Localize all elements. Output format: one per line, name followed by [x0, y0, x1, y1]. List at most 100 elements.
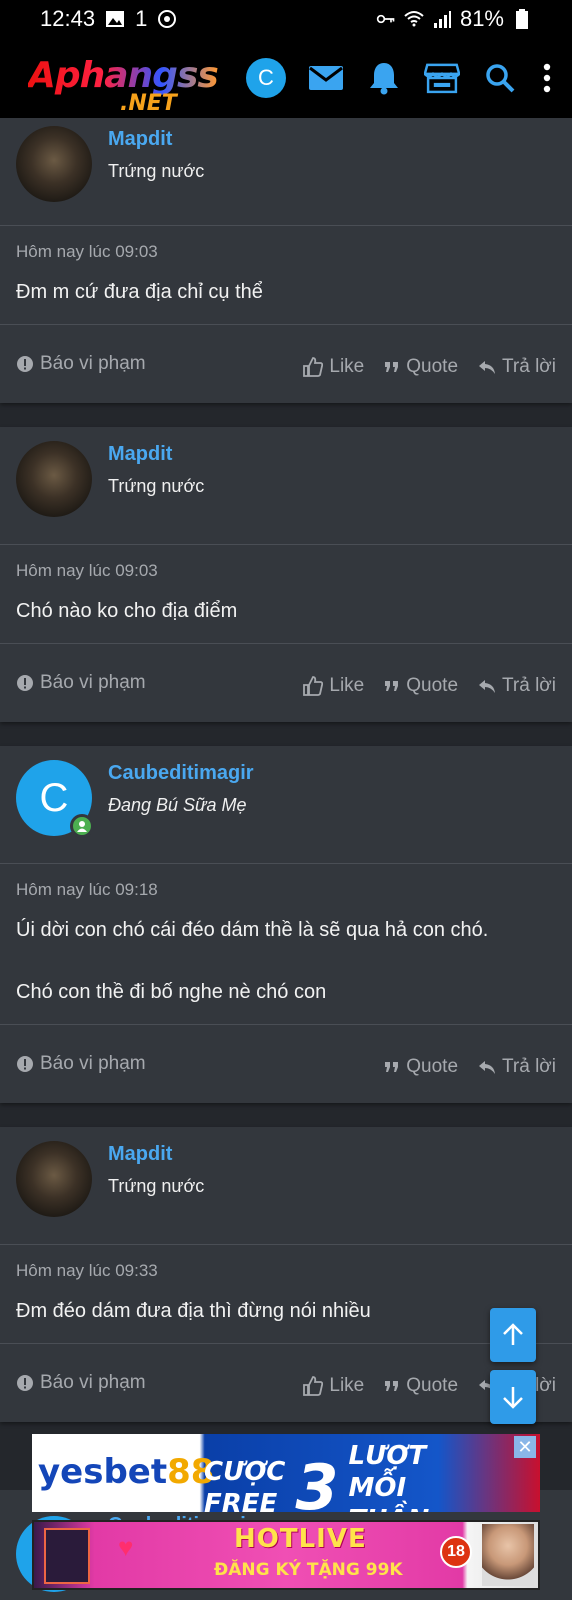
account-avatar-button[interactable]: C: [246, 58, 286, 98]
ad-model-image: [482, 1524, 534, 1586]
wifi-icon: [404, 11, 424, 27]
post-body: Hôm nay lúc 09:03 Đm m cứ đưa địa chỉ cụ…: [0, 226, 572, 325]
message-line: Đm đéo dám đưa địa thì đừng nói nhiều: [16, 1300, 371, 1322]
reply-icon: [479, 361, 496, 374]
more-vert-icon[interactable]: [540, 60, 554, 96]
post-timestamp[interactable]: Hôm nay lúc 09:18: [16, 880, 556, 900]
key-icon: [376, 14, 395, 24]
like-button[interactable]: Like: [303, 1375, 364, 1397]
search-icon[interactable]: [482, 60, 518, 96]
ad-promo-left: CƯỢC FREE: [204, 1456, 285, 1512]
message-line: Đm m cứ đưa địa chỉ cụ thể: [16, 281, 263, 303]
avatar[interactable]: [16, 126, 92, 202]
thumbs-up-icon: [303, 357, 324, 377]
post-actions-right: Like Quote Trả lời: [303, 350, 556, 378]
thumbs-up-icon: [303, 676, 324, 696]
post-feed: Mapdit Trứng nước Hôm nay lúc 09:03 Đm m…: [0, 118, 572, 1446]
yesbet-ad-banner[interactable]: yesbet88 CƯỢC FREE 3 LƯỢT MỖI TUẦN ✕: [32, 1434, 540, 1512]
user-info: Mapdit Trứng nước: [108, 126, 204, 182]
message-line: Úi dời con chó cái đéo dám thề là sẽ qua…: [16, 919, 489, 941]
reply-label: Trả lời: [502, 1056, 556, 1077]
ad-brand: yesbet88: [38, 1452, 214, 1492]
scroll-bottom-button[interactable]: [490, 1370, 536, 1424]
status-right: 81%: [376, 6, 532, 32]
reply-button[interactable]: Trả lời: [478, 1056, 556, 1078]
bell-icon[interactable]: [366, 60, 402, 96]
post-actions: Báo vi phạm Quote Trả lời: [0, 1025, 572, 1103]
hotlive-ad-banner[interactable]: ♥ HOTLIVE ĐĂNG KÝ TẶNG 99K 18: [32, 1520, 540, 1590]
store-icon[interactable]: [424, 60, 460, 96]
like-label: Like: [329, 1375, 365, 1396]
ad-close-button[interactable]: ✕: [514, 1436, 536, 1458]
post-user: C Caubeditimagir Đang Bú Sữa Mẹ: [0, 746, 572, 864]
user-title: Đang Bú Sữa Mẹ: [108, 795, 247, 815]
reply-icon: [479, 1061, 496, 1074]
post-card: Mapdit Trứng nước Hôm nay lúc 09:03 Chó …: [0, 427, 572, 722]
ad-big-number: 3: [295, 1451, 339, 1513]
person-icon: [77, 821, 87, 832]
user-info: Caubeditimagir Đang Bú Sữa Mẹ: [108, 760, 254, 816]
report-button[interactable]: Báo vi phạm: [16, 1372, 146, 1394]
quote-button[interactable]: Quote: [384, 1056, 458, 1078]
avatar[interactable]: C: [16, 760, 94, 838]
post-card: Mapdit Trứng nước Hôm nay lúc 09:03 Đm m…: [0, 118, 572, 403]
reply-label: Trả lời: [502, 356, 556, 377]
post-timestamp[interactable]: Hôm nay lúc 09:33: [16, 1261, 556, 1281]
quote-button[interactable]: Quote: [384, 1375, 458, 1397]
ad-promo-right: LƯỢT MỖI TUẦN: [349, 1440, 494, 1512]
username-link[interactable]: Caubeditimagir: [108, 762, 254, 785]
post-actions: Báo vi phạm Like Quote Trả lời: [0, 1344, 572, 1422]
post-timestamp[interactable]: Hôm nay lúc 09:03: [16, 242, 556, 262]
post-timestamp[interactable]: Hôm nay lúc 09:03: [16, 561, 556, 581]
message-line: Chó nào ko cho địa điểm: [16, 600, 238, 622]
username-link[interactable]: Mapdit: [108, 443, 204, 466]
signal-icon: [433, 11, 451, 28]
post-user: Mapdit Trứng nước: [0, 1127, 572, 1245]
sync-icon: [158, 10, 177, 28]
reply-button[interactable]: Trả lời: [478, 356, 556, 378]
reply-button[interactable]: Trả lời: [478, 675, 556, 697]
post-message: Chó nào ko cho địa điểm: [16, 597, 556, 625]
user-title: Trứng nước: [108, 161, 205, 181]
avatar[interactable]: [16, 441, 92, 517]
status-indicator: 1: [135, 6, 148, 31]
ad-subtitle: ĐĂNG KÝ TẶNG 99K: [214, 1560, 403, 1580]
post-actions: Báo vi phạm Like Quote Trả lời: [0, 325, 572, 403]
quote-button[interactable]: Quote: [384, 356, 458, 378]
quote-icon: [385, 362, 399, 372]
report-button[interactable]: Báo vi phạm: [16, 353, 146, 375]
site-logo[interactable]: Aphangss .NET: [24, 43, 219, 116]
quote-button[interactable]: Quote: [384, 675, 458, 697]
alert-icon: [17, 675, 33, 691]
heart-icon: ♥: [118, 1532, 134, 1562]
user-title: Trứng nước: [108, 1176, 205, 1196]
status-time: 12:43: [40, 6, 96, 31]
status-bar: 12:43 1 81%: [0, 0, 572, 38]
post-body: Hôm nay lúc 09:18 Úi dời con chó cái đéo…: [0, 864, 572, 1025]
avatar[interactable]: [16, 1141, 92, 1217]
report-button[interactable]: Báo vi phạm: [16, 1053, 146, 1075]
quote-icon: [385, 1381, 399, 1391]
like-button[interactable]: Like: [303, 356, 364, 378]
username-link[interactable]: Mapdit: [108, 128, 204, 151]
like-button[interactable]: Like: [303, 675, 364, 697]
report-button[interactable]: Báo vi phạm: [16, 672, 146, 694]
image-icon: [106, 11, 125, 27]
mail-icon[interactable]: [308, 60, 344, 96]
report-label: Báo vi phạm: [40, 672, 146, 693]
reply-label: Trả lời: [502, 675, 556, 696]
alert-icon: [17, 1375, 33, 1391]
post-message: Đm m cứ đưa địa chỉ cụ thể: [16, 278, 556, 306]
quote-icon: [385, 681, 399, 691]
report-label: Báo vi phạm: [40, 1053, 146, 1074]
app-header: Aphangss .NET C: [0, 38, 572, 118]
like-label: Like: [329, 356, 365, 377]
username-link[interactable]: Mapdit: [108, 1143, 204, 1166]
scroll-top-button[interactable]: [490, 1308, 536, 1362]
post-message: Đm đéo dám đưa địa thì đừng nói nhiều: [16, 1297, 556, 1325]
reply-icon: [479, 680, 496, 693]
thumbs-up-icon: [303, 1376, 324, 1396]
post-body: Hôm nay lúc 09:33 Đm đéo dám đưa địa thì…: [0, 1245, 572, 1344]
user-title: Trứng nước: [108, 476, 205, 496]
ad-line: LƯỢT: [348, 1441, 427, 1471]
